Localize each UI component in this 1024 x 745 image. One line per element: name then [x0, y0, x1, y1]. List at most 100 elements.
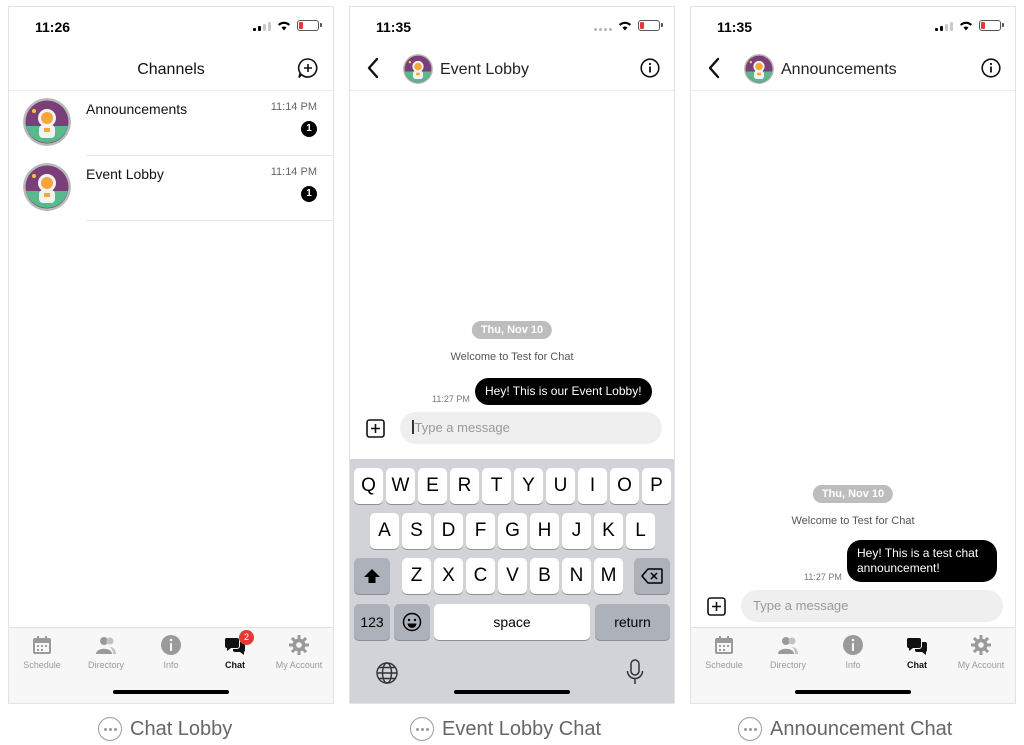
key-g[interactable]: G	[498, 513, 527, 549]
signal-icon	[935, 21, 953, 31]
return-key[interactable]: return	[595, 604, 670, 640]
calendar-icon	[33, 636, 51, 654]
key-z[interactable]: Z	[402, 558, 431, 594]
status-bar: 11:35	[350, 7, 674, 47]
key-y[interactable]: Y	[514, 468, 543, 504]
info-icon[interactable]	[981, 58, 1001, 78]
channel-avatar	[403, 54, 433, 84]
caption-text: Event Lobby Chat	[442, 717, 601, 740]
home-indicator[interactable]	[454, 690, 570, 694]
home-indicator[interactable]	[795, 690, 911, 694]
key-n[interactable]: N	[562, 558, 591, 594]
message-input[interactable]: Type a message	[400, 412, 662, 444]
key-f[interactable]: F	[466, 513, 495, 549]
key-a[interactable]: A	[370, 513, 399, 549]
caption-event-lobby-chat: Event Lobby Chat	[410, 714, 601, 744]
attach-plus-icon[interactable]	[366, 419, 385, 438]
key-m[interactable]: M	[594, 558, 623, 594]
new-chat-icon[interactable]	[297, 57, 319, 79]
channel-name: Event Lobby	[86, 166, 164, 182]
tab-schedule[interactable]: Schedule	[10, 634, 74, 670]
tab-label: Directory	[87, 660, 124, 670]
key-x[interactable]: X	[434, 558, 463, 594]
key-o[interactable]: O	[610, 468, 639, 504]
tab-directory[interactable]: Directory	[756, 634, 820, 670]
caption-text: Chat Lobby	[130, 717, 233, 740]
unread-badge: 1	[301, 121, 317, 137]
key-i[interactable]: I	[578, 468, 607, 504]
gear-icon	[289, 635, 309, 655]
home-indicator[interactable]	[113, 690, 229, 694]
wifi-icon	[619, 21, 631, 31]
key-d[interactable]: D	[434, 513, 463, 549]
divider	[86, 220, 333, 221]
tab-label: Schedule	[705, 660, 743, 670]
tab-directory[interactable]: Directory	[74, 634, 138, 670]
message-line: announcement!	[857, 561, 940, 575]
status-time: 11:35	[717, 19, 753, 35]
status-bar: 11:35	[691, 7, 1015, 47]
key-v[interactable]: V	[498, 558, 527, 594]
key-t[interactable]: T	[482, 468, 511, 504]
input-placeholder: Type a message	[753, 598, 849, 613]
backspace-icon	[641, 568, 663, 584]
status-icons	[594, 20, 663, 31]
attach-plus-icon[interactable]	[707, 597, 726, 616]
key-k[interactable]: K	[594, 513, 623, 549]
nav-bar: Event Lobby	[350, 47, 674, 91]
tab-label: Schedule	[23, 660, 61, 670]
channel-row-event-lobby[interactable]: Event Lobby 11:14 PM 1	[9, 156, 333, 221]
date-separator: Thu, Nov 10	[471, 321, 553, 339]
tab-my-account[interactable]: My Account	[949, 634, 1013, 670]
key-s[interactable]: S	[402, 513, 431, 549]
space-key[interactable]: space	[434, 604, 590, 640]
message-bubble[interactable]: Hey! This is our Event Lobby!	[475, 378, 652, 405]
key-w[interactable]: W	[386, 468, 415, 504]
tab-my-account[interactable]: My Account	[267, 634, 331, 670]
key-h[interactable]: H	[530, 513, 559, 549]
unread-badge: 1	[301, 186, 317, 202]
tab-schedule[interactable]: Schedule	[692, 634, 756, 670]
key-u[interactable]: U	[546, 468, 575, 504]
nav-bar: Announcements	[691, 47, 1015, 91]
key-j[interactable]: J	[562, 513, 591, 549]
back-icon[interactable]	[707, 57, 721, 79]
info-icon[interactable]	[640, 58, 660, 78]
emoji-key[interactable]	[394, 604, 430, 640]
system-message: Welcome to Test for Chat	[791, 515, 915, 527]
status-icons	[253, 20, 322, 31]
caption-announcement-chat: Announcement Chat	[738, 714, 952, 744]
key-b[interactable]: B	[530, 558, 559, 594]
numbers-key[interactable]: 123	[354, 604, 390, 640]
page-title: Channels	[137, 61, 205, 78]
tab-label: Info	[163, 660, 179, 670]
back-icon[interactable]	[366, 57, 380, 79]
wifi-icon	[960, 21, 972, 31]
key-r[interactable]: R	[450, 468, 479, 504]
tab-label: My Account	[275, 660, 323, 670]
emoji-icon	[402, 612, 422, 632]
shift-key[interactable]	[354, 558, 390, 594]
battery-icon	[638, 20, 663, 31]
microphone-icon[interactable]	[626, 659, 644, 685]
key-q[interactable]: Q	[354, 468, 383, 504]
message-input[interactable]: Type a message	[741, 590, 1003, 622]
channel-time: 11:14 PM	[270, 101, 317, 113]
message-time: 11:27 PM	[432, 394, 470, 404]
tab-chat[interactable]: 2 Chat	[203, 630, 267, 670]
tab-info[interactable]: Info	[821, 634, 885, 670]
ellipsis-icon	[410, 717, 434, 741]
key-p[interactable]: P	[642, 468, 671, 504]
page-title: Event Lobby	[440, 61, 529, 78]
key-c[interactable]: C	[466, 558, 495, 594]
date-separator: Thu, Nov 10	[812, 485, 894, 503]
globe-icon[interactable]	[375, 661, 399, 685]
tab-info[interactable]: Info	[139, 634, 203, 670]
message-bubble[interactable]: Hey! This is a test chat announcement!	[847, 540, 997, 582]
key-e[interactable]: E	[418, 468, 447, 504]
ellipsis-icon	[738, 717, 762, 741]
delete-key[interactable]	[634, 558, 670, 594]
tab-chat[interactable]: Chat	[885, 634, 949, 670]
channel-row-announcements[interactable]: Announcements 11:14 PM 1	[9, 91, 333, 156]
key-l[interactable]: L	[626, 513, 655, 549]
